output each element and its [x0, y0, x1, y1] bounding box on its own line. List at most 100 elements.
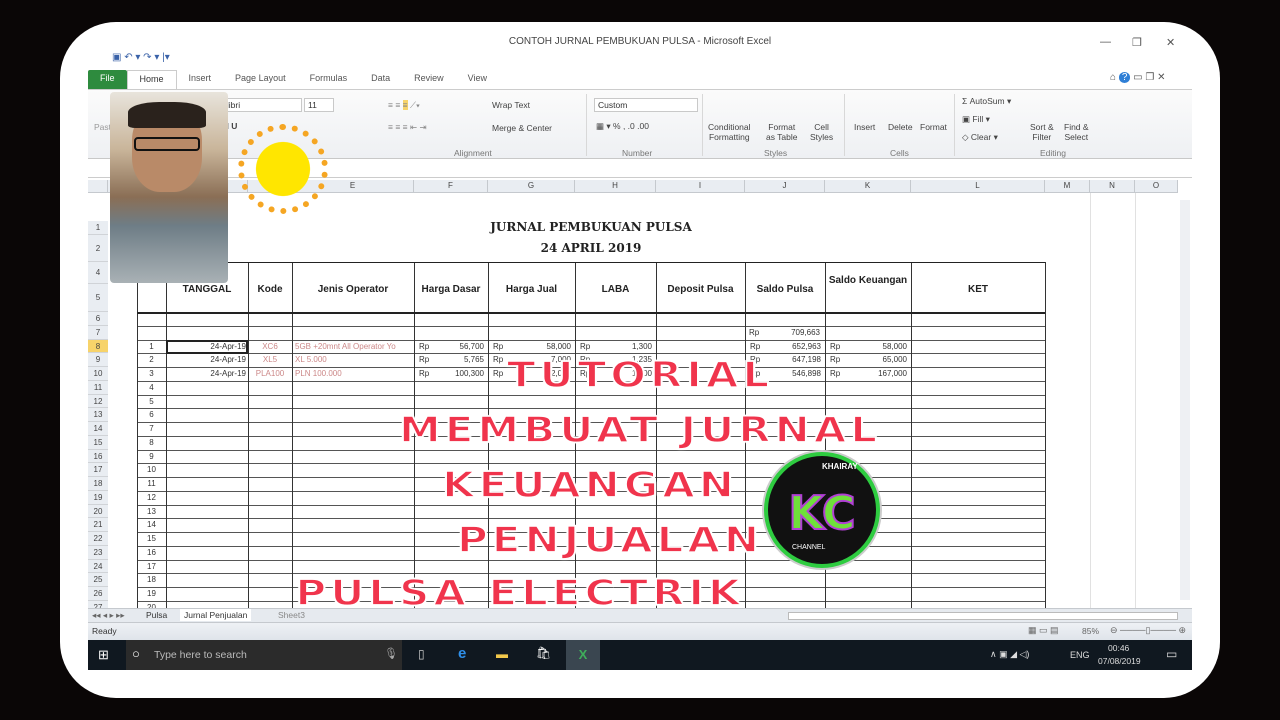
cell-styles-button[interactable]: Cell Styles [810, 122, 833, 142]
row-header[interactable]: 7 [88, 325, 108, 340]
saldo-keuangan-cell[interactable]: 58,000 [825, 342, 907, 351]
quick-access-toolbar[interactable]: ▣ ↶ ▾ ↷ ▾ |▾ [112, 52, 170, 63]
store-icon[interactable]: 🛍 [536, 646, 551, 660]
format-as-table-button[interactable]: Format as Table [766, 122, 798, 142]
format-cells-button[interactable]: Format [920, 122, 947, 132]
column-title: Harga Jual [505, 284, 558, 295]
delete-cells-button[interactable]: Delete [888, 122, 913, 132]
kode-cell[interactable]: XC6 [248, 342, 292, 351]
microphone-icon[interactable]: 🎙 [384, 647, 398, 660]
zoom-slider[interactable]: ⊖ ────▯──── ⊕ [1110, 625, 1186, 636]
harga-dasar-cell[interactable]: 56,700 [414, 342, 484, 351]
row-header[interactable]: 2 [88, 235, 108, 262]
insert-cells-button[interactable]: Insert [854, 122, 875, 132]
row-number[interactable]: 1 [137, 342, 166, 351]
column-header[interactable]: L [911, 180, 1045, 193]
tab-data[interactable]: Data [359, 70, 402, 90]
clear-button[interactable]: ◇ Clear ▾ [962, 132, 998, 143]
opening-saldo[interactable]: 709,663 [760, 328, 820, 337]
align-buttons-2[interactable]: ≡ ≡ ≡ ⇤ ⇥ [388, 122, 427, 133]
tab-page-layout[interactable]: Page Layout [223, 70, 298, 90]
language-indicator[interactable]: ENG [1070, 650, 1090, 660]
search-box[interactable]: ○ Type here to search 🎙 [126, 640, 402, 670]
restore-button[interactable]: ❐ [1132, 36, 1142, 49]
sheet-date: 24 APRIL 2019 [540, 241, 642, 255]
tab-view[interactable]: View [456, 70, 499, 90]
column-header[interactable]: O [1135, 180, 1178, 193]
window-title: CONTOH JURNAL PEMBUKUAN PULSA - Microsof… [508, 36, 772, 47]
sort-filter-button[interactable]: Sort & Filter [1030, 122, 1054, 142]
fill-button[interactable]: ▣ Fill ▾ [962, 114, 990, 125]
column-header[interactable]: K [825, 180, 911, 193]
status-ready: Ready [92, 626, 117, 636]
row-header[interactable]: 16 [88, 449, 108, 464]
cortana-icon: ○ [132, 646, 140, 661]
column-title: Harga Dasar [421, 284, 481, 295]
excel-taskbar-icon[interactable]: X [566, 640, 600, 670]
wrap-text-button[interactable]: Wrap Text [492, 100, 530, 110]
notification-icon[interactable]: ▭ [1166, 647, 1177, 661]
overlay-line-1: TUTORIAL [506, 353, 774, 396]
jenis-cell[interactable]: 5GB +20mnt All Operator Yo [295, 342, 413, 351]
laba-cell[interactable]: 1,300 [575, 342, 652, 351]
row-header[interactable]: 6 [88, 312, 108, 326]
row-header[interactable]: 20 [88, 504, 108, 519]
row-number[interactable]: 9 [137, 452, 166, 461]
file-explorer-icon[interactable]: ▬ [496, 647, 508, 661]
autosum-button[interactable]: Σ AutoSum ▾ [962, 96, 1011, 107]
clear-label: Clear [970, 132, 992, 142]
select-all[interactable] [88, 180, 108, 193]
column-header[interactable]: J [745, 180, 825, 193]
merge-center-button[interactable]: Merge & Center [492, 123, 552, 133]
number-format-select[interactable]: Custom [594, 98, 698, 112]
saldo-pulsa-cell[interactable]: 652,963 [745, 342, 821, 351]
channel-logo: KC KHAIRAY CHANNEL [764, 452, 880, 568]
close-button[interactable]: ✕ [1166, 36, 1175, 49]
search-placeholder: Type here to search [154, 649, 247, 661]
column-header[interactable]: N [1090, 180, 1135, 193]
status-bar: Ready ▦ ▭ ▤ 85% ⊖ ────▯──── ⊕ [88, 622, 1192, 640]
tab-home[interactable]: Home [126, 70, 177, 90]
overlay-line-3: KEUANGAN [441, 463, 738, 506]
find-select-button[interactable]: Find & Select [1064, 122, 1089, 142]
row-header[interactable]: 5 [88, 284, 108, 312]
task-view-icon[interactable]: ▯ [418, 647, 425, 661]
column-header[interactable]: F [414, 180, 488, 193]
tab-insert[interactable]: Insert [177, 70, 224, 90]
sheet-title: JURNAL PEMBUKUAN PULSA [490, 220, 692, 234]
tab-review[interactable]: Review [402, 70, 456, 90]
column-header[interactable]: I [656, 180, 745, 193]
tab-formulas[interactable]: Formulas [298, 70, 360, 90]
minimize-button[interactable]: — [1100, 36, 1111, 48]
column-header[interactable]: H [575, 180, 656, 193]
row-header[interactable]: 1 [88, 221, 108, 235]
group-cells: Cells [890, 148, 909, 158]
conditional-formatting-button[interactable]: Conditional Formatting [708, 122, 751, 142]
clock-time[interactable]: 00:46 [1108, 643, 1129, 653]
tab-file[interactable]: File [88, 70, 127, 90]
selected-cell[interactable] [166, 339, 248, 354]
row-number[interactable]: 17 [137, 562, 166, 571]
column-title: LABA [601, 284, 630, 295]
column-header[interactable]: G [488, 180, 575, 193]
windows-start-icon[interactable]: ⊞ [98, 647, 109, 663]
row-number[interactable]: 5 [137, 397, 166, 406]
row-number[interactable]: 13 [137, 507, 166, 516]
clock-date[interactable]: 07/08/2019 [1098, 656, 1141, 666]
tray-icons[interactable]: ∧ ▣ ◢ ◁) [990, 649, 1029, 660]
number-buttons[interactable]: ▦ ▾ % , .0 .00 [596, 121, 649, 132]
sun-icon [238, 124, 328, 214]
taskbar: ⊞ ○ Type here to search 🎙 ▯ e ▬ 🛍 X ∧ ▣ … [88, 640, 1192, 670]
group-number: Number [622, 148, 653, 158]
row-header[interactable]: 4 [88, 262, 108, 284]
column-header[interactable]: M [1045, 180, 1090, 193]
view-buttons[interactable]: ▦ ▭ ▤ [1028, 625, 1059, 636]
edge-icon[interactable]: e [458, 645, 466, 662]
row-header[interactable]: 12 [88, 394, 108, 409]
row-header[interactable]: 8 [88, 339, 108, 354]
harga-jual-cell[interactable]: 58,000 [488, 342, 571, 351]
align-buttons[interactable]: ≡ ≡ ≡ ⟋▾ [388, 100, 420, 111]
help-icon[interactable]: ⌂ ? ▭ ❐ ✕ [1110, 72, 1166, 83]
column-title: Deposit Pulsa [667, 284, 734, 295]
font-size-select[interactable]: 11 [304, 98, 334, 112]
